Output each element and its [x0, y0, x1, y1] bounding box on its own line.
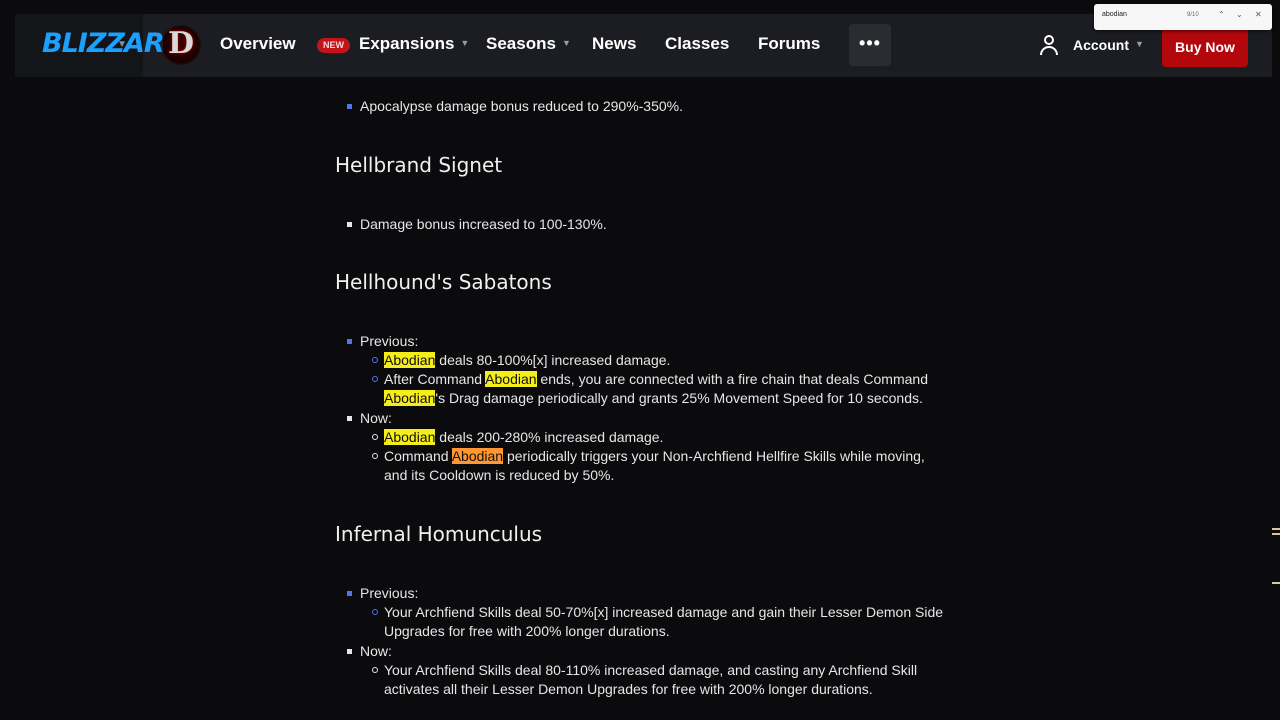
- list-item[interactable]: Your Archfiend Skills deal 50-70%[x] inc…: [384, 603, 943, 622]
- nav-overview[interactable]: Overview: [220, 34, 296, 54]
- nav-classes[interactable]: Classes: [665, 34, 729, 54]
- chevron-down-icon: ▼: [460, 38, 470, 48]
- new-badge: NEW: [317, 38, 350, 53]
- find-previous-icon[interactable]: ⌃: [1218, 10, 1225, 19]
- blizzard-brand-menu[interactable]: BLIZZARD ▼: [15, 14, 186, 77]
- nav-news[interactable]: News: [592, 34, 636, 54]
- bullet: [347, 104, 352, 109]
- find-in-page-bar: abodian 9/10 ⌃ ⌄ ✕: [1094, 4, 1272, 30]
- bullet: [372, 609, 378, 615]
- search-highlight: Abodian: [384, 429, 436, 445]
- chevron-down-icon: ▼: [1135, 39, 1144, 49]
- list-item-continued: and its Cooldown is reduced by 50%.: [384, 467, 615, 483]
- account-menu[interactable]: Account ▼: [1073, 37, 1144, 53]
- nav-expansions[interactable]: Expansions ▼: [359, 34, 469, 54]
- search-highlight: Abodian: [384, 352, 436, 368]
- bullet: [347, 339, 352, 344]
- search-highlight: Abodian: [485, 371, 537, 387]
- now-label: Now:: [360, 410, 392, 426]
- section-heading: Hellhound's Sabatons: [335, 270, 552, 294]
- bullet: [372, 434, 378, 440]
- chevron-down-icon: ▼: [561, 38, 571, 48]
- scrollbar-match-marker: [1272, 533, 1280, 535]
- list-item[interactable]: After Command Abodian ends, you are conn…: [384, 370, 928, 389]
- find-input[interactable]: abodian: [1102, 11, 1127, 18]
- list-item: Command Abodian periodically triggers yo…: [384, 448, 925, 464]
- bullet: [347, 649, 352, 654]
- previous-label[interactable]: Previous:: [360, 584, 418, 603]
- now-label: Now:: [360, 643, 392, 659]
- scrollbar-match-marker: [1272, 582, 1280, 584]
- bullet: [347, 591, 352, 596]
- bullet: [372, 667, 378, 673]
- previous-label[interactable]: Previous:: [360, 332, 418, 351]
- find-match-count: 9/10: [1187, 12, 1199, 18]
- list-item[interactable]: Abodian deals 80-100%[x] increased damag…: [384, 351, 670, 370]
- list-item[interactable]: Apocalypse damage bonus reduced to 290%-…: [360, 97, 683, 116]
- close-icon[interactable]: ✕: [1255, 10, 1262, 19]
- section-heading: Infernal Homunculus: [335, 522, 543, 546]
- bullet: [372, 357, 378, 363]
- list-item: Abodian deals 200-280% increased damage.: [384, 429, 664, 445]
- nav-seasons[interactable]: Seasons ▼: [486, 34, 571, 54]
- list-item-continued: activates all their Lesser Demon Upgrade…: [384, 681, 873, 697]
- bullet: [347, 222, 352, 227]
- list-item: Your Archfiend Skills deal 80-110% incre…: [384, 662, 918, 678]
- list-item-continued[interactable]: Upgrades for free with 200% longer durat…: [384, 622, 670, 641]
- search-highlight-active: Abodian: [451, 448, 504, 464]
- buy-now-button[interactable]: Buy Now: [1162, 27, 1248, 67]
- bullet: [372, 453, 378, 459]
- section-heading: Hellbrand Signet: [335, 153, 503, 177]
- account-icon[interactable]: [1040, 35, 1058, 55]
- find-next-icon[interactable]: ⌄: [1236, 10, 1243, 19]
- list-item: Damage bonus increased to 100-130%.: [360, 216, 607, 232]
- bullet: [372, 376, 378, 382]
- bullet: [347, 416, 352, 421]
- nav-forums[interactable]: Forums: [758, 34, 820, 54]
- list-item-continued[interactable]: Abodian's Drag damage periodically and g…: [384, 389, 923, 408]
- more-menu-button[interactable]: •••: [849, 24, 891, 66]
- chevron-down-icon: ▼: [117, 39, 127, 50]
- search-highlight: Abodian: [384, 390, 436, 406]
- top-navigation: BLIZZARD ▼ D Overview NEW Expansions ▼ Se…: [15, 14, 1272, 77]
- scrollbar-match-marker: [1272, 528, 1280, 530]
- diablo-logo[interactable]: D: [163, 25, 203, 65]
